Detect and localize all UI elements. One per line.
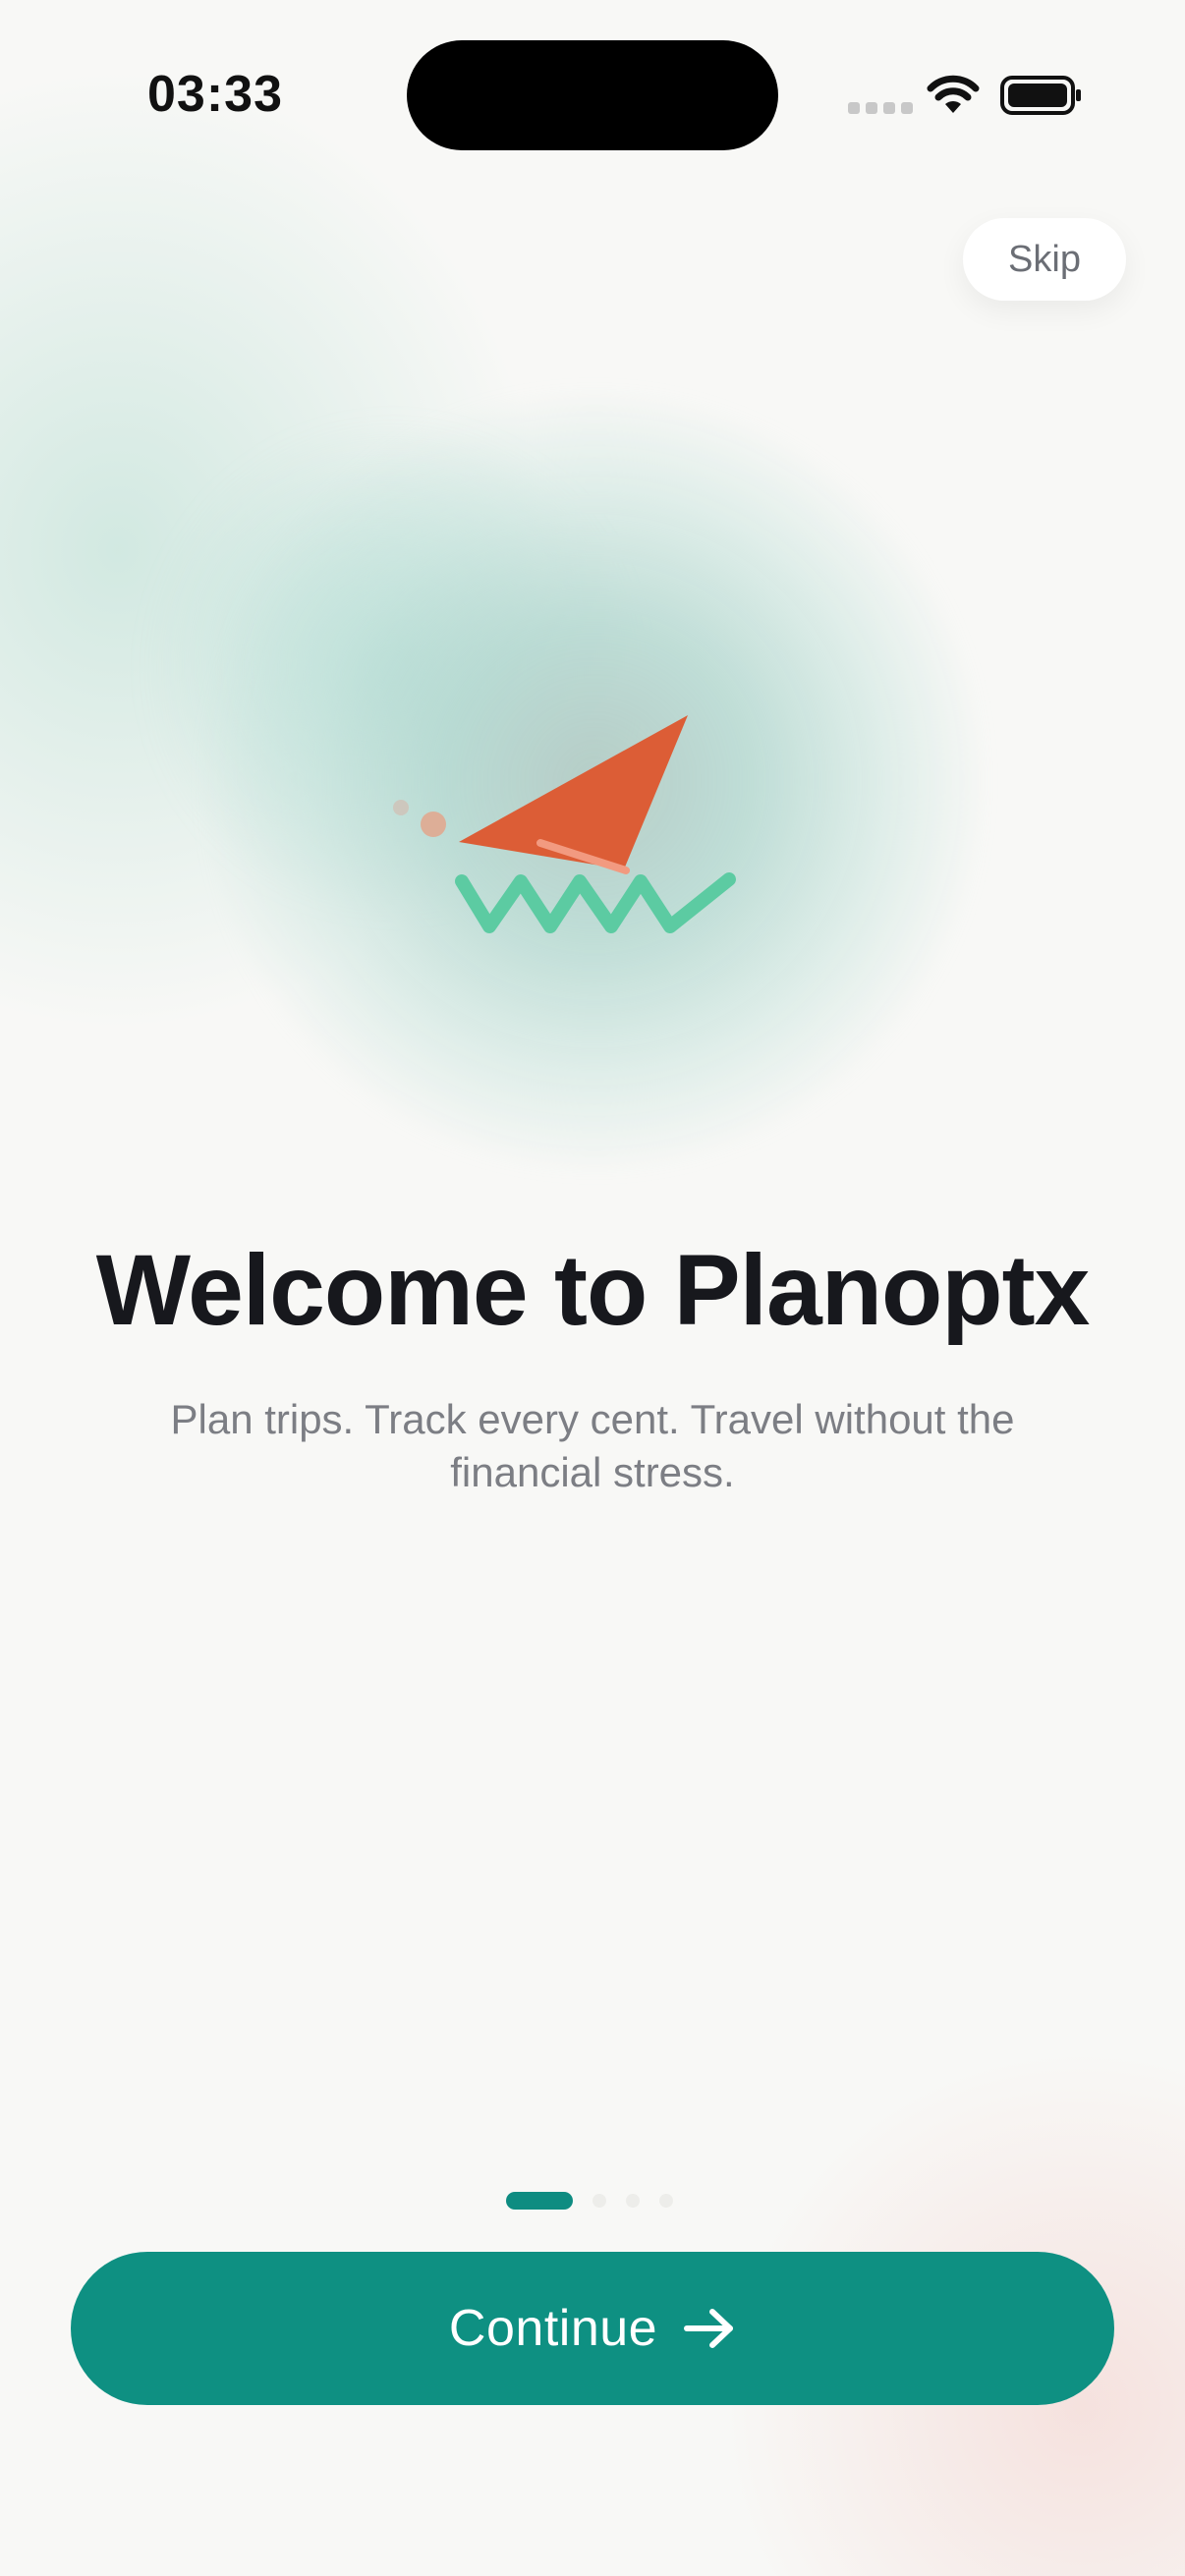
paper-plane-icon xyxy=(393,715,736,933)
page-dot xyxy=(626,2194,640,2208)
continue-button-label: Continue xyxy=(448,2300,658,2357)
status-bar: 03:33 xyxy=(0,0,1185,150)
dynamic-island xyxy=(407,40,778,150)
wifi-icon xyxy=(927,75,980,113)
skip-button-label: Skip xyxy=(1008,238,1081,280)
page-dot xyxy=(592,2194,606,2208)
cellular-signal-icon xyxy=(848,102,913,114)
arrow-right-icon xyxy=(684,2309,734,2348)
page-title: Welcome to Planoptx xyxy=(95,1234,1091,1346)
page-indicator xyxy=(506,2192,673,2210)
page-dot-active xyxy=(506,2192,573,2210)
skip-button[interactable]: Skip xyxy=(963,218,1126,301)
page-dot xyxy=(659,2194,673,2208)
status-time: 03:33 xyxy=(147,66,283,123)
battery-icon xyxy=(1000,76,1081,115)
continue-button[interactable]: Continue xyxy=(71,2252,1114,2405)
page-subtitle: Plan trips. Track every cent. Travel wit… xyxy=(170,1396,1015,1495)
